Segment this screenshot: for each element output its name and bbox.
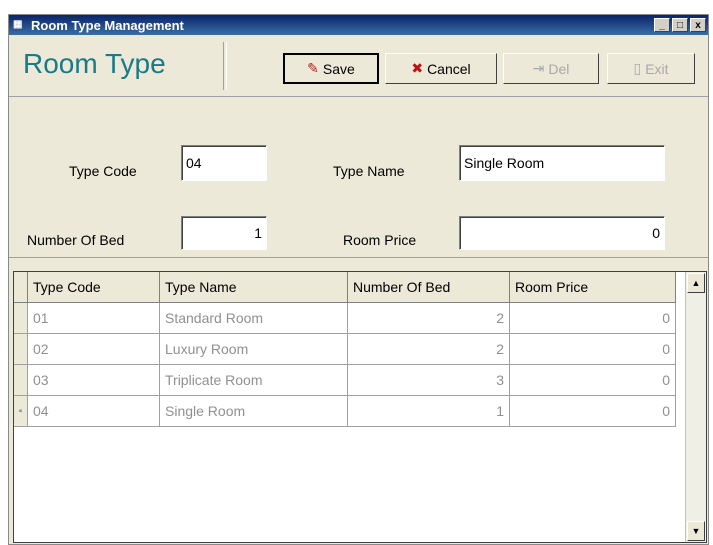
exit-button[interactable]: ▯ Exit (607, 53, 695, 84)
column-header-type-code[interactable]: Type Code (28, 272, 160, 303)
column-header-type-name[interactable]: Type Name (160, 272, 348, 303)
row-indicator-header (14, 272, 28, 303)
title-bar[interactable]: ▦ Room Type Management _ □ x (9, 15, 708, 35)
type-name-cell[interactable]: Standard Room (160, 303, 348, 334)
cancel-icon: ✖ (411, 60, 424, 76)
maximize-button[interactable]: □ (672, 18, 688, 32)
save-button[interactable]: ✎ Save (283, 53, 379, 84)
number-of-bed-cell[interactable]: 2 (348, 334, 510, 365)
type-code-cell[interactable]: 03 (28, 365, 160, 396)
current-row-indicator[interactable]: ▪ (14, 396, 28, 427)
delete-icon: ⇥ (532, 60, 545, 76)
table-row[interactable]: 02 Luxury Room 2 0 (14, 334, 676, 365)
exit-label: Exit (645, 60, 669, 77)
room-price-cell[interactable]: 0 (510, 303, 676, 334)
row-indicator[interactable] (14, 303, 28, 334)
type-code-cell[interactable]: 01 (28, 303, 160, 334)
number-of-bed-label: Number Of Bed (27, 232, 125, 248)
scroll-down-button[interactable]: ▼ (687, 521, 705, 541)
table-row[interactable]: 03 Triplicate Room 3 0 (14, 365, 676, 396)
cancel-button[interactable]: ✖ Cancel (385, 53, 497, 84)
type-name-cell[interactable]: Luxury Room (160, 334, 348, 365)
number-of-bed-cell[interactable]: 3 (348, 365, 510, 396)
room-type-table[interactable]: Type Code Type Name Number Of Bed Room P… (13, 271, 707, 543)
room-price-label: Room Price (343, 232, 417, 248)
row-indicator[interactable] (14, 365, 28, 396)
column-header-number-of-bed[interactable]: Number Of Bed (348, 272, 510, 303)
table-row[interactable]: 01 Standard Room 2 0 (14, 303, 676, 334)
close-button[interactable]: x (690, 18, 706, 32)
number-of-bed-cell[interactable]: 1 (348, 396, 510, 427)
type-code-label: Type Code (69, 163, 137, 179)
delete-button[interactable]: ⇥ Del (503, 53, 599, 84)
toolbar-divider (223, 42, 227, 90)
row-indicator[interactable] (14, 334, 28, 365)
type-name-cell[interactable]: Single Room (160, 396, 348, 427)
table-header-row: Type Code Type Name Number Of Bed Room P… (14, 272, 676, 303)
room-price-cell[interactable]: 0 (510, 396, 676, 427)
type-code-field[interactable]: 04 (181, 145, 267, 181)
save-icon: ✎ (307, 60, 319, 76)
type-code-cell[interactable]: 02 (28, 334, 160, 365)
room-price-cell[interactable]: 0 (510, 334, 676, 365)
minimize-button[interactable]: _ (654, 18, 670, 32)
scroll-up-button[interactable]: ▲ (687, 273, 705, 293)
delete-label: Del (548, 60, 570, 77)
type-code-cell[interactable]: 04 (28, 396, 160, 427)
page-title: Room Type (23, 48, 166, 79)
type-name-label: Type Name (333, 163, 405, 179)
number-of-bed-cell[interactable]: 2 (348, 303, 510, 334)
room-type-form: Type Code 04 Type Name Single Room Numbe… (9, 97, 708, 258)
vertical-scrollbar[interactable]: ▲ ▼ (685, 272, 706, 542)
room-price-field[interactable]: 0 (459, 216, 665, 250)
save-label: Save (322, 60, 355, 77)
window-title: Room Type Management (31, 17, 184, 33)
type-name-field[interactable]: Single Room (459, 145, 665, 181)
type-name-cell[interactable]: Triplicate Room (160, 365, 348, 396)
app-icon: ▦ (13, 19, 23, 30)
column-header-room-price[interactable]: Room Price (510, 272, 676, 303)
exit-icon: ▯ (633, 60, 642, 76)
number-of-bed-field[interactable]: 1 (181, 216, 267, 250)
cancel-label: Cancel (427, 60, 471, 77)
toolbar: Room Type ✎ Save ✖ Cancel ⇥ Del ▯ Exit (9, 36, 708, 97)
room-price-cell[interactable]: 0 (510, 365, 676, 396)
room-type-window: ▦ Room Type Management _ □ x Room Type ✎… (8, 14, 709, 545)
table-row-current[interactable]: ▪ 04 Single Room 1 0 (14, 396, 676, 427)
